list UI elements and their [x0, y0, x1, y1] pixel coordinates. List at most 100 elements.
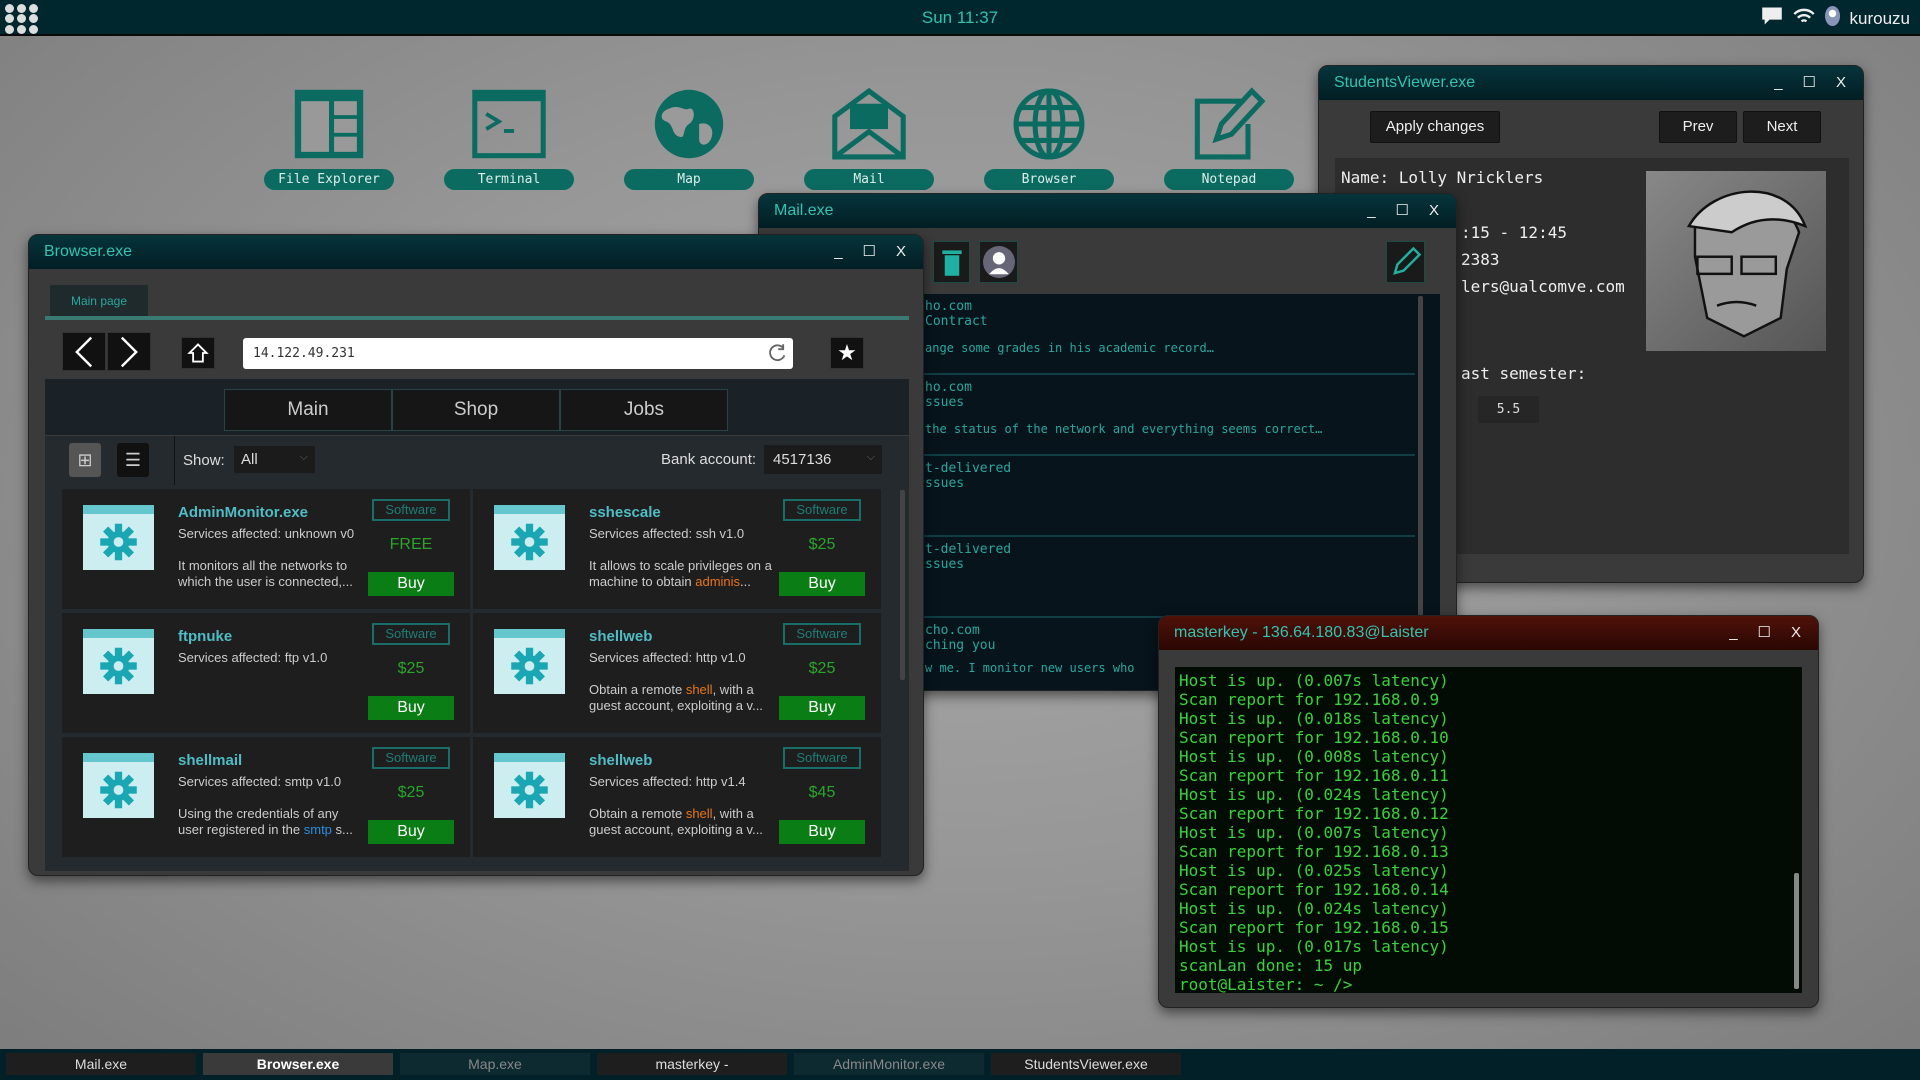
mail-from: ho.com	[925, 299, 972, 314]
title-bar[interactable]: masterkey - 136.64.180.83@Laister _ ☐ X	[1159, 616, 1818, 650]
forward-button[interactable]	[107, 332, 151, 371]
url-text[interactable]: 14.122.49.231	[253, 346, 355, 361]
maximize-button[interactable]: ☐	[1396, 194, 1409, 228]
username[interactable]: kurouzu	[1850, 9, 1910, 29]
list-view-icon[interactable]: ☰	[117, 443, 149, 477]
reload-icon[interactable]	[767, 343, 787, 364]
delete-button[interactable]	[933, 241, 970, 283]
site-tab-shop[interactable]: Shop	[392, 389, 560, 431]
mail-icon	[832, 87, 906, 160]
shop-item-card: shellweb Services affected: http v1.0 Ob…	[473, 613, 881, 733]
terminal-line: Scan report for 192.168.0.13	[1179, 842, 1449, 861]
mail-item[interactable]: t-delivered ssues	[913, 456, 1415, 537]
item-description: Obtain a remote shell, with a guest acco…	[589, 682, 773, 714]
buy-button[interactable]: Buy	[368, 572, 454, 596]
scrollbar[interactable]	[1418, 296, 1423, 663]
grid-view-icon[interactable]: ⊞	[69, 443, 101, 477]
title-bar[interactable]: Browser.exe _ ☐ X	[29, 235, 923, 269]
compose-button[interactable]	[1386, 241, 1425, 283]
scrollbar[interactable]	[900, 490, 905, 680]
item-name[interactable]: shellweb	[589, 752, 652, 769]
close-button[interactable]: X	[1836, 66, 1846, 100]
user-avatar-icon	[982, 246, 1015, 278]
close-button[interactable]: X	[1429, 194, 1439, 228]
buy-button[interactable]: Buy	[368, 820, 454, 844]
minimize-button[interactable]: _	[1367, 194, 1375, 228]
scrollbar[interactable]	[1794, 873, 1799, 989]
desktop-icon-label: Browser	[984, 169, 1114, 190]
taskbar-item[interactable]: masterkey -	[597, 1053, 787, 1075]
software-app-icon	[83, 505, 154, 570]
maximize-button[interactable]: ☐	[863, 235, 876, 269]
prev-button[interactable]: Prev	[1659, 111, 1737, 143]
desktop-icon-map[interactable]: Map	[624, 86, 754, 190]
desktop-icon-mail[interactable]: Mail	[804, 86, 934, 190]
title-bar[interactable]: Mail.exe _ ☐ X	[759, 194, 1456, 228]
terminal-line: Scan report for 192.168.0.15	[1179, 918, 1449, 937]
bank-account-dropdown[interactable]: 4517136 ⌵	[764, 445, 882, 474]
close-button[interactable]: X	[896, 235, 906, 269]
desktop-icon-label: Terminal	[444, 169, 574, 190]
minimize-button[interactable]: _	[1774, 66, 1782, 100]
chat-icon[interactable]	[1761, 6, 1783, 31]
mail-from: t-delivered	[925, 542, 1012, 557]
back-button[interactable]	[62, 332, 106, 371]
item-name[interactable]: shellmail	[178, 752, 242, 769]
apply-changes-button[interactable]: Apply changes	[1370, 111, 1500, 143]
buy-button[interactable]: Buy	[368, 696, 454, 720]
item-name[interactable]: ftpnuke	[178, 628, 232, 645]
maximize-button[interactable]: ☐	[1803, 66, 1816, 100]
item-services: Services affected: http v1.4	[589, 774, 746, 789]
close-button[interactable]: X	[1791, 616, 1801, 650]
next-button[interactable]: Next	[1743, 111, 1821, 143]
taskbar-item[interactable]: Browser.exe	[203, 1053, 393, 1075]
terminal-output[interactable]: Host is up. (0.007s latency) Scan report …	[1175, 667, 1802, 993]
item-name[interactable]: sshescale	[589, 504, 661, 521]
desktop-icon-browser[interactable]: Browser	[984, 86, 1114, 190]
desc-highlight: adminis	[695, 574, 741, 589]
mail-item[interactable]: ho.com ssues the status of the network an…	[913, 375, 1415, 456]
desktop-icon-file-explorer[interactable]: File Explorer	[264, 86, 394, 190]
title-bar[interactable]: StudentsViewer.exe _ ☐ X	[1319, 66, 1863, 100]
taskbar-item[interactable]: Mail.exe	[6, 1053, 196, 1075]
user-icon[interactable]	[1824, 6, 1840, 31]
taskbar-item[interactable]: Map.exe	[400, 1053, 590, 1075]
item-price: FREE	[389, 536, 433, 553]
url-bar[interactable]: 14.122.49.231	[243, 338, 793, 369]
software-app-icon	[494, 753, 565, 818]
buy-button[interactable]: Buy	[779, 696, 865, 720]
item-name[interactable]: shellweb	[589, 628, 652, 645]
terminal-line: Scan report for 192.168.0.12	[1179, 804, 1449, 823]
tab-underline	[45, 316, 909, 320]
buy-button[interactable]: Buy	[779, 820, 865, 844]
buy-button[interactable]: Buy	[779, 572, 865, 596]
mail-item[interactable]: ho.com Contract ange some grades in his a…	[913, 294, 1415, 375]
show-dropdown[interactable]: All ⌵	[234, 446, 315, 473]
mail-from: ho.com	[925, 380, 972, 395]
grade-field[interactable]: 5.5	[1478, 396, 1539, 423]
item-price: $25	[397, 784, 425, 801]
taskbar-item[interactable]: AdminMonitor.exe	[794, 1053, 984, 1075]
item-services: Services affected: unknown v0	[178, 526, 355, 541]
home-button[interactable]	[181, 337, 215, 369]
item-type-badge: Software	[783, 499, 861, 521]
chevron-left-icon	[75, 336, 93, 367]
desktop-icon-terminal[interactable]: Terminal	[444, 86, 574, 190]
minimize-button[interactable]: _	[1729, 616, 1737, 650]
wifi-icon[interactable]	[1792, 8, 1815, 30]
mail-item[interactable]: t-delivered ssues	[913, 537, 1415, 618]
item-name[interactable]: AdminMonitor.exe	[178, 504, 308, 521]
student-email: lers@ualcomve.com	[1461, 277, 1625, 296]
desktop-icon-notepad[interactable]: Notepad	[1164, 86, 1294, 190]
bookmark-button[interactable]: ★	[830, 337, 864, 369]
terminal-line: Host is up. (0.025s latency)	[1179, 861, 1449, 880]
site-tab-main[interactable]: Main	[224, 389, 392, 431]
site-tab-jobs[interactable]: Jobs	[560, 389, 728, 431]
contacts-button[interactable]	[979, 241, 1018, 283]
maximize-button[interactable]: ☐	[1758, 616, 1771, 650]
student-photo	[1646, 171, 1826, 351]
item-services: Services affected: ftp v1.0	[178, 650, 328, 665]
taskbar-item[interactable]: StudentsViewer.exe	[991, 1053, 1181, 1075]
tab-main-page[interactable]: Main page	[50, 285, 148, 317]
minimize-button[interactable]: _	[834, 235, 842, 269]
